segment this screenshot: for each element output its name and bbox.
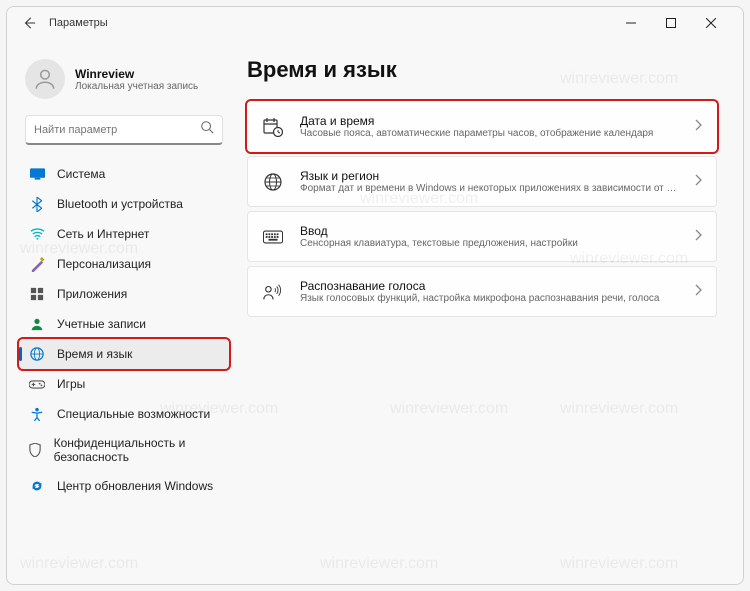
avatar xyxy=(25,59,65,99)
search-icon xyxy=(200,120,214,139)
sidebar-item-gaming[interactable]: Игры xyxy=(19,369,229,399)
time-language-icon xyxy=(29,346,45,362)
sidebar-item-network[interactable]: Сеть и Интернет xyxy=(19,219,229,249)
sidebar-search[interactable] xyxy=(25,115,223,145)
sidebar-item-time-language[interactable]: Время и язык xyxy=(19,339,229,369)
card-text: Язык и регионФормат дат и времени в Wind… xyxy=(300,169,678,194)
main-content: Время и язык Дата и времяЧасовые пояса, … xyxy=(237,39,743,584)
speech-icon xyxy=(262,281,284,303)
card-subtitle: Сенсорная клавиатура, текстовые предложе… xyxy=(300,238,678,249)
sidebar-item-apps[interactable]: Приложения xyxy=(19,279,229,309)
card-text: ВводСенсорная клавиатура, текстовые пред… xyxy=(300,224,678,249)
back-button[interactable] xyxy=(19,13,39,33)
sidebar-item-label: Конфиденциальность и безопасность xyxy=(54,436,219,464)
page-heading: Время и язык xyxy=(247,57,717,83)
sidebar-item-privacy[interactable]: Конфиденциальность и безопасность xyxy=(19,429,229,471)
chevron-right-icon xyxy=(694,283,702,301)
card-title: Язык и регион xyxy=(300,169,678,183)
window-title: Параметры xyxy=(49,17,108,29)
apps-icon xyxy=(29,286,45,302)
profile-block[interactable]: Winreview Локальная учетная запись xyxy=(19,47,229,115)
sidebar-item-label: Учетные записи xyxy=(57,317,146,331)
system-icon xyxy=(29,166,45,182)
maximize-button[interactable] xyxy=(651,9,691,37)
accessibility-icon xyxy=(29,406,45,422)
bluetooth-icon xyxy=(29,196,45,212)
sidebar-item-system[interactable]: Система xyxy=(19,159,229,189)
sidebar-nav: Система Bluetooth и устройства Сеть и Инте… xyxy=(19,159,229,501)
sidebar-item-update[interactable]: Центр обновления Windows xyxy=(19,471,229,501)
settings-cards: Дата и времяЧасовые пояса, автоматически… xyxy=(247,101,717,317)
card-text: Распознавание голосаЯзык голосовых функц… xyxy=(300,279,678,304)
card-title: Дата и время xyxy=(300,114,678,128)
card-title: Распознавание голоса xyxy=(300,279,678,293)
typing-icon xyxy=(262,226,284,248)
setting-card-language-region[interactable]: Язык и регионФормат дат и времени в Wind… xyxy=(247,156,717,207)
minimize-button[interactable] xyxy=(611,9,651,37)
close-icon xyxy=(706,18,716,28)
setting-card-typing[interactable]: ВводСенсорная клавиатура, текстовые пред… xyxy=(247,211,717,262)
card-subtitle: Часовые пояса, автоматические параметры … xyxy=(300,128,678,139)
profile-name: Winreview xyxy=(75,67,198,81)
sidebar-item-bluetooth[interactable]: Bluetooth и устройства xyxy=(19,189,229,219)
sidebar-item-personalization[interactable]: Персонализация xyxy=(19,249,229,279)
network-icon xyxy=(29,226,45,242)
sidebar-item-label: Время и язык xyxy=(57,347,132,361)
profile-subtitle: Локальная учетная запись xyxy=(75,81,198,92)
window-controls xyxy=(611,9,731,37)
close-button[interactable] xyxy=(691,9,731,37)
chevron-right-icon xyxy=(694,118,702,136)
sidebar-item-label: Центр обновления Windows xyxy=(57,479,213,493)
card-subtitle: Язык голосовых функций, настройка микроф… xyxy=(300,293,678,304)
card-title: Ввод xyxy=(300,224,678,238)
date-time-icon xyxy=(262,116,284,138)
sidebar-item-accessibility[interactable]: Специальные возможности xyxy=(19,399,229,429)
chevron-right-icon xyxy=(694,228,702,246)
sidebar-item-label: Приложения xyxy=(57,287,127,301)
titlebar: Параметры xyxy=(7,7,743,39)
setting-card-speech[interactable]: Распознавание голосаЯзык голосовых функц… xyxy=(247,266,717,317)
maximize-icon xyxy=(666,18,676,28)
sidebar-item-accounts[interactable]: Учетные записи xyxy=(19,309,229,339)
sidebar-item-label: Специальные возможности xyxy=(57,407,210,421)
personalization-icon xyxy=(29,256,45,272)
update-icon xyxy=(29,478,45,494)
sidebar-item-label: Персонализация xyxy=(57,257,151,271)
setting-card-date-time[interactable]: Дата и времяЧасовые пояса, автоматически… xyxy=(247,101,717,152)
sidebar-item-label: Игры xyxy=(57,377,85,391)
minimize-icon xyxy=(626,18,636,28)
window-body: Winreview Локальная учетная запись Систе… xyxy=(7,39,743,584)
privacy-icon xyxy=(29,442,42,458)
language-region-icon xyxy=(262,171,284,193)
card-text: Дата и времяЧасовые пояса, автоматически… xyxy=(300,114,678,139)
sidebar-item-label: Сеть и Интернет xyxy=(57,227,149,241)
chevron-right-icon xyxy=(694,173,702,191)
card-subtitle: Формат дат и времени в Windows и некотор… xyxy=(300,183,678,194)
accounts-icon xyxy=(29,316,45,332)
sidebar-item-label: Система xyxy=(57,167,105,181)
person-icon xyxy=(32,66,58,92)
search-input[interactable] xyxy=(34,124,200,136)
profile-text: Winreview Локальная учетная запись xyxy=(75,67,198,92)
sidebar: Winreview Локальная учетная запись Систе… xyxy=(7,39,237,584)
gaming-icon xyxy=(29,376,45,392)
settings-window: Параметры Winreview Локальная учетная за… xyxy=(6,6,744,585)
back-arrow-icon xyxy=(22,16,36,30)
sidebar-item-label: Bluetooth и устройства xyxy=(57,197,183,211)
